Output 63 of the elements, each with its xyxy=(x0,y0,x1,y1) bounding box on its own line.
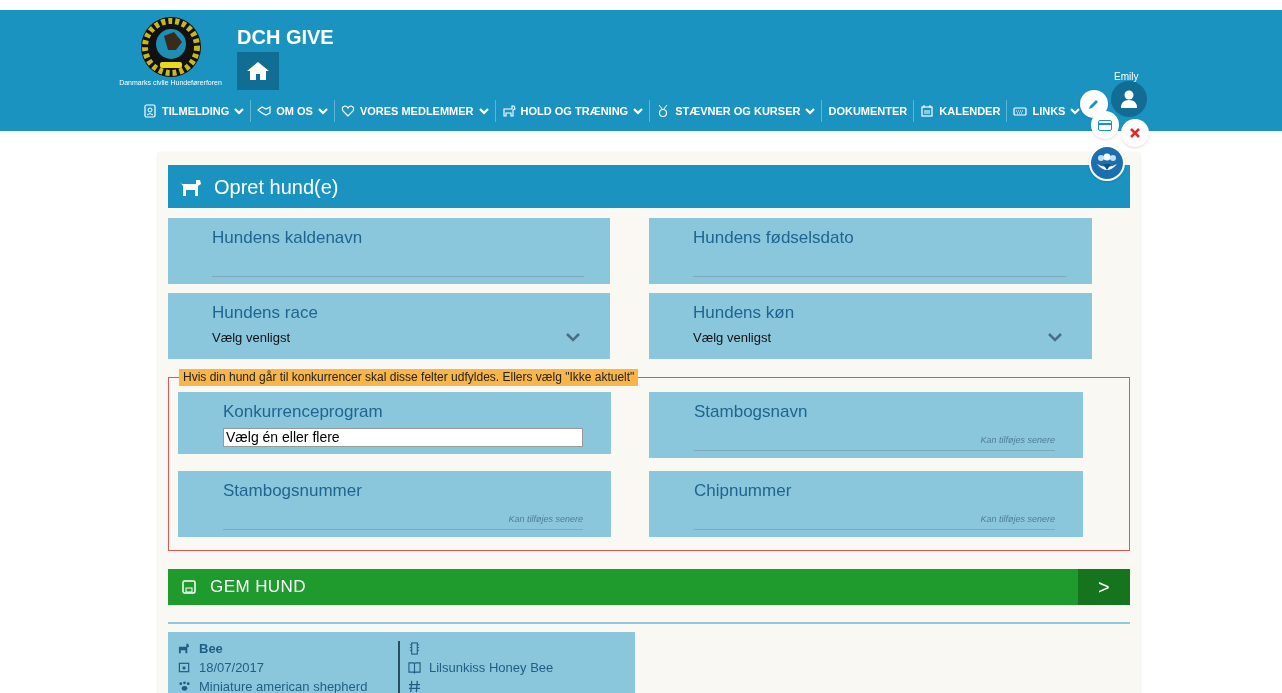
nav-link[interactable]: DOKUMENTER xyxy=(828,102,908,120)
heart-icon xyxy=(340,104,355,118)
close-button[interactable] xyxy=(1121,119,1149,147)
field-label: Stambogsnummer xyxy=(223,480,363,502)
user-name: Emily xyxy=(1114,70,1139,84)
text-field[interactable]: Stambogsnummer Kan tilføjes senere xyxy=(178,471,611,537)
form-title: Opret hund(e) xyxy=(214,174,339,200)
text-input[interactable]: Kan tilføjes senere xyxy=(223,508,583,530)
handshake-icon xyxy=(257,104,272,118)
keyboard-icon xyxy=(1013,104,1028,118)
nav-link[interactable]: LINKS xyxy=(1013,102,1081,120)
select-dropdown[interactable]: Vælg venligst xyxy=(212,328,584,348)
select-dropdown[interactable]: Vælg venligst xyxy=(693,328,1066,348)
book-icon xyxy=(408,661,421,674)
competition-note: Hvis din hund går til konkurrencer skal disse felter udfyldes. Ellers vælg "Ikke aktuelt" xyxy=(179,369,639,386)
text-field[interactable]: Chipnummer Kan tilføjes senere xyxy=(649,471,1083,537)
nav-link[interactable]: STÆVNER OG KURSER xyxy=(656,102,816,120)
calendar-icon xyxy=(920,104,935,118)
field-label: Hundens race xyxy=(212,302,319,324)
text-field[interactable]: Hundens fødselsdato xyxy=(649,218,1092,284)
text-field[interactable]: Hundens kaldenavn xyxy=(168,218,610,284)
contact-card-icon xyxy=(143,104,157,118)
field-label: Hundens køn xyxy=(693,302,796,324)
dog-detail: Miniature american shepherd xyxy=(199,677,368,693)
pencil-icon xyxy=(1088,98,1100,110)
home-icon xyxy=(246,61,270,81)
dog-icon xyxy=(501,104,516,118)
home-button[interactable] xyxy=(237,52,279,90)
text-input[interactable]: Kan tilføjes senere xyxy=(694,508,1055,530)
field-label: Hundens kaldenavn xyxy=(212,227,364,249)
dog-icon xyxy=(178,642,191,655)
dog-detail: 18/07/2017 xyxy=(199,658,265,677)
chevron-down-icon xyxy=(566,333,580,343)
field-label: Hundens fødselsdato xyxy=(693,227,855,249)
text-input[interactable]: Kan tilføjes senere xyxy=(694,429,1055,451)
user-avatar-button[interactable] xyxy=(1111,81,1147,117)
site-title: DCH GIVE xyxy=(237,25,334,50)
chevron-down-icon xyxy=(1048,333,1062,343)
microchip-icon xyxy=(408,642,421,655)
multiselect-field[interactable]: Vælg én eller flere xyxy=(223,428,583,447)
field-label: Chipnummer xyxy=(694,480,793,502)
save-button[interactable]: GEM HUND > xyxy=(168,569,1130,605)
dog-icon xyxy=(180,177,202,196)
nav-link[interactable]: TILMELDING xyxy=(143,102,245,120)
close-icon xyxy=(1130,128,1140,138)
nav-link[interactable]: KALENDER xyxy=(920,102,1001,120)
logo-icon xyxy=(139,16,202,78)
credit-card-icon xyxy=(1098,119,1112,131)
dog-detail: Bee xyxy=(199,639,223,658)
dog-detail: Lilsunkiss Honey Bee xyxy=(429,658,554,677)
nav-link[interactable]: HOLD OG TRÆNING xyxy=(501,102,644,120)
text-field[interactable]: Stambogsnavn Kan tilføjes senere xyxy=(649,392,1083,458)
field-label: Konkurrenceprogram xyxy=(223,401,384,423)
calendar-icon xyxy=(178,661,191,674)
field-label: Stambogsnavn xyxy=(694,401,809,423)
nav-link[interactable]: OM OS xyxy=(257,102,328,120)
edit-button[interactable] xyxy=(1080,90,1108,118)
nav-link[interactable]: VORES MEDLEMMER xyxy=(340,102,489,120)
card-button[interactable] xyxy=(1091,111,1119,139)
paw-icon xyxy=(178,680,191,693)
person-icon xyxy=(1121,90,1137,108)
hash-icon xyxy=(408,680,421,693)
community-button[interactable] xyxy=(1089,145,1125,181)
